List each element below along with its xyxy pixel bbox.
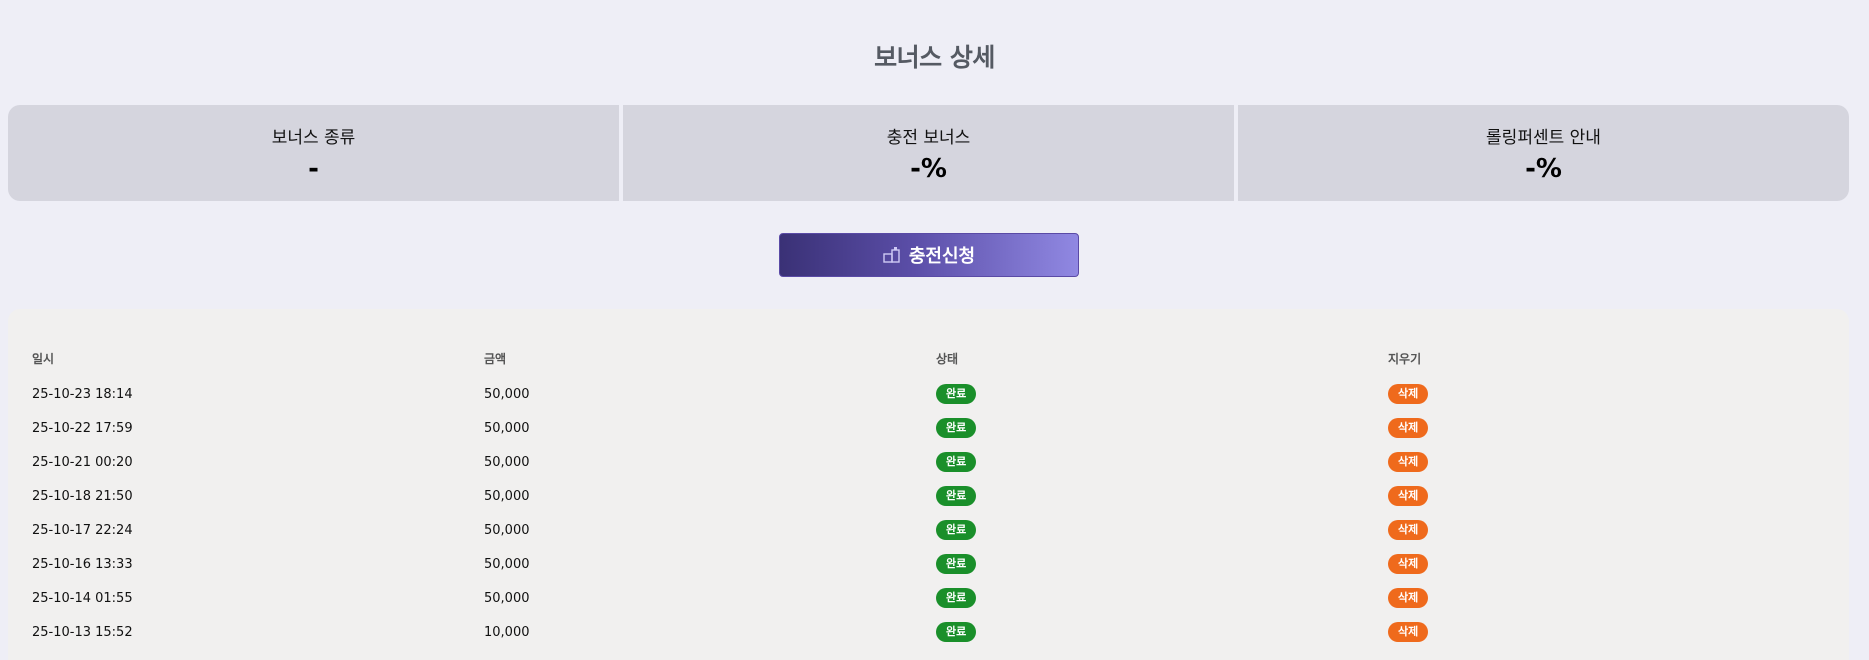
row-date: 25-10-17 22:24 bbox=[32, 522, 133, 538]
charge-bonus-card: 충전 보너스 -% bbox=[623, 105, 1234, 201]
rolling-percent-value: -% bbox=[1525, 153, 1562, 184]
info-cards: 보너스 종류 - 충전 보너스 -% 롤링퍼센트 안내 -% bbox=[8, 105, 1849, 201]
row-date: 25-10-16 13:33 bbox=[32, 556, 133, 572]
delete-button[interactable]: 삭제 bbox=[1388, 588, 1429, 608]
status-badge: 완료 bbox=[936, 588, 977, 608]
row-status: 완료 bbox=[936, 554, 1388, 574]
charge-bonus-label: 충전 보너스 bbox=[886, 127, 971, 148]
delete-button[interactable]: 삭제 bbox=[1388, 622, 1429, 642]
rolling-percent-card: 롤링퍼센트 안내 -% bbox=[1238, 105, 1849, 201]
table-row: 25-10-17 22:24 50,000 완료 삭제 bbox=[32, 513, 1840, 547]
row-date: 25-10-21 00:20 bbox=[32, 454, 133, 470]
row-amount: 50,000 bbox=[484, 556, 530, 572]
row-delete: 삭제 bbox=[1388, 486, 1840, 506]
delete-button[interactable]: 삭제 bbox=[1388, 486, 1429, 506]
charge-bonus-value: -% bbox=[910, 153, 947, 184]
header-delete: 지우기 bbox=[1388, 352, 1422, 366]
delete-button[interactable]: 삭제 bbox=[1388, 418, 1429, 438]
row-date: 25-10-18 21:50 bbox=[32, 488, 133, 504]
table-row: 25-10-16 13:33 50,000 완료 삭제 bbox=[32, 547, 1840, 581]
status-badge: 완료 bbox=[936, 486, 977, 506]
table-row: 25-10-18 21:50 50,000 완료 삭제 bbox=[32, 479, 1840, 513]
bonus-type-value: - bbox=[308, 153, 319, 184]
delete-button[interactable]: 삭제 bbox=[1388, 520, 1429, 540]
row-amount: 50,000 bbox=[484, 488, 530, 504]
row-delete: 삭제 bbox=[1388, 452, 1840, 472]
charge-request-label: 충전신청 bbox=[908, 246, 976, 267]
row-amount: 50,000 bbox=[484, 590, 530, 606]
history-table: 일시 금액 상태 지우기 25-10-23 18:14 50,000 완료 삭제… bbox=[32, 337, 1840, 649]
row-status: 완료 bbox=[936, 588, 1388, 608]
row-amount: 50,000 bbox=[484, 522, 530, 538]
bonus-type-label: 보너스 종류 bbox=[271, 127, 356, 148]
rolling-percent-label: 롤링퍼센트 안내 bbox=[1486, 127, 1601, 148]
row-status: 완료 bbox=[936, 622, 1388, 642]
row-status: 완료 bbox=[936, 384, 1388, 404]
header-amount: 금액 bbox=[484, 352, 507, 366]
status-badge: 완료 bbox=[936, 384, 977, 404]
row-date: 25-10-22 17:59 bbox=[32, 420, 133, 436]
bonus-type-card: 보너스 종류 - bbox=[8, 105, 619, 201]
status-badge: 완료 bbox=[936, 452, 977, 472]
table-row: 25-10-14 01:55 50,000 완료 삭제 bbox=[32, 581, 1840, 615]
table-row: 25-10-22 17:59 50,000 완료 삭제 bbox=[32, 411, 1840, 445]
page-title: 보너스 상세 bbox=[874, 43, 995, 72]
row-delete: 삭제 bbox=[1388, 588, 1840, 608]
row-amount: 50,000 bbox=[484, 420, 530, 436]
delete-button[interactable]: 삭제 bbox=[1388, 384, 1429, 404]
row-status: 완료 bbox=[936, 486, 1388, 506]
row-delete: 삭제 bbox=[1388, 520, 1840, 540]
table-header: 일시 금액 상태 지우기 bbox=[32, 337, 1840, 377]
status-badge: 완료 bbox=[936, 418, 977, 438]
row-status: 완료 bbox=[936, 452, 1388, 472]
row-delete: 삭제 bbox=[1388, 384, 1840, 404]
row-delete: 삭제 bbox=[1388, 622, 1840, 642]
delete-button[interactable]: 삭제 bbox=[1388, 554, 1429, 574]
gift-icon bbox=[883, 246, 901, 264]
status-badge: 완료 bbox=[936, 520, 977, 540]
status-badge: 완료 bbox=[936, 554, 977, 574]
header-date: 일시 bbox=[32, 352, 55, 366]
row-amount: 50,000 bbox=[484, 454, 530, 470]
table-row: 25-10-13 15:52 10,000 완료 삭제 bbox=[32, 615, 1840, 649]
row-delete: 삭제 bbox=[1388, 418, 1840, 438]
table-row: 25-10-21 00:20 50,000 완료 삭제 bbox=[32, 445, 1840, 479]
row-delete: 삭제 bbox=[1388, 554, 1840, 574]
row-date: 25-10-13 15:52 bbox=[32, 624, 133, 640]
row-status: 완료 bbox=[936, 520, 1388, 540]
header-status: 상태 bbox=[936, 352, 959, 366]
delete-button[interactable]: 삭제 bbox=[1388, 452, 1429, 472]
table-row: 25-10-23 18:14 50,000 완료 삭제 bbox=[32, 377, 1840, 411]
charge-request-button[interactable]: 충전신청 bbox=[779, 233, 1079, 277]
status-badge: 완료 bbox=[936, 622, 977, 642]
row-date: 25-10-23 18:14 bbox=[32, 386, 133, 402]
row-date: 25-10-14 01:55 bbox=[32, 590, 133, 606]
row-amount: 50,000 bbox=[484, 386, 530, 402]
row-amount: 10,000 bbox=[484, 624, 530, 640]
row-status: 완료 bbox=[936, 418, 1388, 438]
